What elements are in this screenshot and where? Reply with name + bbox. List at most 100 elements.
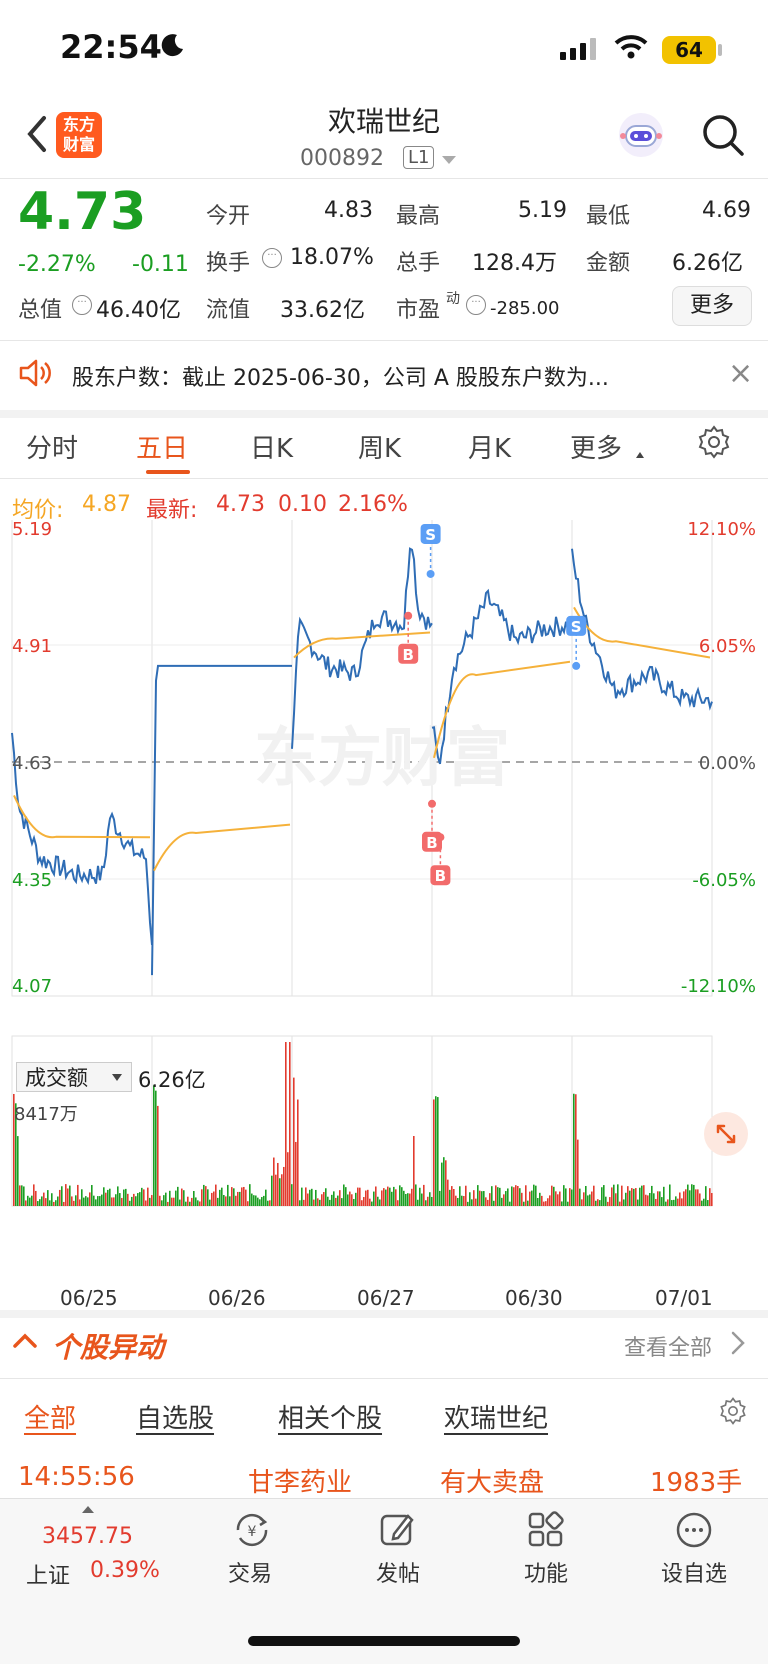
volume-bar	[141, 1187, 143, 1206]
volume-bar	[701, 1200, 703, 1206]
volume-bar	[411, 1188, 413, 1206]
y-axis-label-left: 4.63	[12, 753, 52, 774]
more-circle-icon[interactable]	[674, 1510, 714, 1550]
filter-tab-related[interactable]: 相关个股	[278, 1398, 382, 1435]
filter-tab-watchlist[interactable]: 自选股	[136, 1398, 214, 1435]
index-percent[interactable]: 0.39%	[90, 1558, 160, 1583]
volume-bar	[437, 1097, 439, 1206]
volume-bar	[497, 1187, 499, 1206]
volume-bar	[679, 1192, 681, 1206]
info-dots-icon[interactable]: ···	[262, 248, 282, 268]
volume-bar	[467, 1201, 469, 1206]
tab-intraday[interactable]: 分时	[26, 428, 78, 465]
tab-five-day[interactable]: 五日	[136, 428, 188, 465]
signal-icon	[560, 38, 596, 60]
volume-bar	[553, 1186, 555, 1206]
nav-post-label[interactable]: 发帖	[358, 1556, 438, 1588]
volume-bar	[199, 1201, 201, 1206]
volume-bar	[31, 1195, 33, 1206]
volume-bar	[659, 1191, 661, 1206]
volume-bar	[285, 1042, 287, 1206]
volume-bar	[579, 1188, 581, 1206]
caret-down-icon	[112, 1074, 122, 1081]
volume-bar	[651, 1185, 653, 1206]
post-icon[interactable]	[378, 1510, 418, 1550]
chevron-right-icon[interactable]	[728, 1330, 748, 1356]
volume-bar	[99, 1196, 101, 1206]
view-all-link[interactable]: 查看全部	[624, 1330, 712, 1362]
volume-bar	[673, 1199, 675, 1206]
volume-bar	[449, 1189, 451, 1206]
index-value[interactable]: 3457.75	[42, 1524, 133, 1549]
volume-bar	[269, 1200, 271, 1206]
expand-button[interactable]	[704, 1112, 748, 1156]
current-price: 4.73	[18, 182, 147, 242]
tab-monthly-k[interactable]: 月K	[468, 428, 511, 465]
volume-bar	[399, 1185, 401, 1206]
volume-bar	[425, 1200, 427, 1206]
volume-bar	[319, 1199, 321, 1206]
info-dots-icon[interactable]: ···	[466, 295, 486, 315]
avg-line-day-2	[153, 823, 291, 872]
volume-bar	[153, 1085, 155, 1206]
volume-bar	[143, 1189, 145, 1206]
chevron-down-icon[interactable]	[442, 156, 456, 164]
volume-bar	[471, 1199, 473, 1206]
index-name[interactable]: 上证	[26, 1558, 70, 1590]
volume-bar	[697, 1189, 699, 1206]
volume-bar	[95, 1199, 97, 1206]
volume-bar	[45, 1198, 47, 1206]
nav-trade-label[interactable]: 交易	[210, 1556, 290, 1588]
volume-bar	[149, 1197, 151, 1206]
volume-bar	[265, 1189, 267, 1206]
volume-bar	[537, 1198, 539, 1206]
tab-more[interactable]: 更多	[570, 428, 622, 465]
chevron-up-icon[interactable]	[10, 1326, 40, 1356]
section-gap	[0, 1310, 768, 1318]
volume-bar	[477, 1185, 479, 1206]
volume-bar	[557, 1194, 559, 1206]
volume-bar	[231, 1187, 233, 1206]
volume-bar	[481, 1191, 483, 1206]
y-axis-label-left: 5.19	[12, 520, 52, 540]
notice-text[interactable]: 股东户数：截止 2025-06-30，公司 A 股股东户数为...	[72, 360, 609, 392]
volume-bar	[249, 1184, 251, 1206]
tab-daily-k[interactable]: 日K	[250, 428, 293, 465]
y-axis-label-right: 0.00%	[699, 753, 756, 774]
volume-bar	[565, 1188, 567, 1206]
filter-tab-stock[interactable]: 欢瑞世纪	[444, 1398, 548, 1435]
volume-bar	[177, 1186, 179, 1206]
home-indicator	[248, 1636, 520, 1646]
filter-tab-all[interactable]: 全部	[24, 1398, 76, 1435]
volume-bar	[87, 1197, 89, 1206]
volume-bar	[489, 1193, 491, 1206]
volume-bar	[527, 1200, 529, 1206]
volume-bar	[339, 1190, 341, 1206]
volume-bar	[323, 1192, 325, 1206]
robot-avatar-icon[interactable]	[614, 110, 668, 160]
more-button[interactable]: 更多	[672, 286, 752, 326]
search-icon[interactable]	[700, 112, 746, 158]
volume-bar	[369, 1198, 371, 1206]
volume-bar	[515, 1185, 517, 1206]
tab-weekly-k[interactable]: 周K	[358, 428, 401, 465]
info-dots-icon[interactable]: ···	[72, 295, 92, 315]
y-axis-label-left: 4.35	[12, 870, 52, 891]
trade-icon[interactable]: ¥	[230, 1510, 274, 1550]
y-axis-label-left: 4.91	[12, 636, 52, 657]
grid-apps-icon[interactable]	[526, 1510, 566, 1550]
volume-bar	[299, 1200, 301, 1206]
nav-add-watch-label[interactable]: 设自选	[648, 1556, 740, 1588]
volume-bar	[235, 1195, 237, 1206]
volume-bar	[639, 1187, 641, 1206]
gear-icon[interactable]	[696, 424, 732, 460]
volume-bar	[71, 1196, 73, 1206]
volume-bar	[705, 1186, 707, 1206]
volume-bar	[155, 1090, 157, 1206]
nav-functions-label[interactable]: 功能	[506, 1556, 586, 1588]
close-icon[interactable]: ×	[728, 356, 753, 391]
gear-icon[interactable]	[718, 1396, 748, 1426]
five-day-chart[interactable]: 东方财富5.194.914.634.354.0712.10%6.05%0.00%…	[0, 520, 768, 1280]
volume-bar	[19, 1185, 21, 1206]
alert-stock[interactable]: 甘李药业	[248, 1462, 352, 1499]
